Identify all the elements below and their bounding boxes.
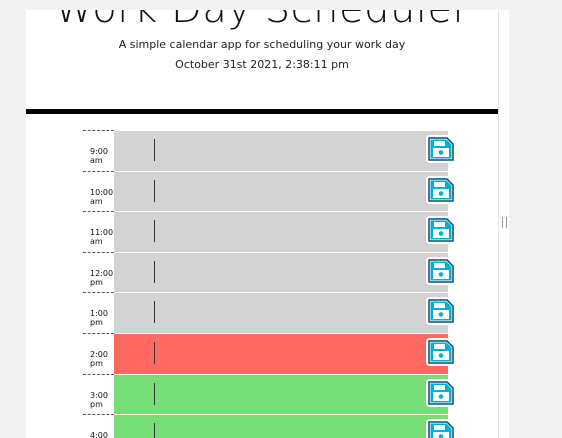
hour-label: 1:00 pm: [83, 292, 114, 333]
hour-label: 4:00pm: [83, 414, 114, 438]
scheduler-page: Work Day Scheduler A simple calendar app…: [26, 10, 498, 438]
floppy-disk-icon: [428, 421, 454, 438]
hour-time: 4:00: [90, 431, 108, 438]
hour-label: 11:00 am: [83, 211, 114, 252]
save-button[interactable]: [426, 135, 456, 163]
time-block-row: 9:00 am: [83, 130, 463, 171]
hour-time: 11:00: [90, 228, 114, 238]
floppy-disk-icon: [428, 177, 454, 202]
event-input-past[interactable]: [114, 251, 448, 293]
event-input-past[interactable]: [114, 211, 448, 252]
text-caret: [154, 260, 155, 283]
event-input-future[interactable]: [114, 414, 448, 438]
save-button[interactable]: [426, 337, 456, 366]
hour-meridiem: pm: [90, 358, 103, 368]
hour-label: 3:00 pm: [83, 373, 114, 415]
resize-handle[interactable]: [502, 217, 507, 228]
floppy-disk-icon: [428, 259, 454, 283]
hour-meridiem: am: [90, 156, 103, 165]
time-block-list: 9:00 am 10:00 am 11:00 am 12:00 pm 1:00 pm 2:00 pm 3…: [83, 130, 463, 438]
text-caret: [154, 423, 155, 438]
time-block-row: 10:00 am: [83, 170, 463, 212]
save-button[interactable]: [426, 378, 456, 407]
hour-meridiem: am: [90, 196, 103, 206]
save-button[interactable]: [426, 297, 456, 326]
save-button[interactable]: [426, 216, 456, 245]
floppy-disk-icon: [428, 299, 454, 324]
time-block-row: 3:00 pm: [83, 373, 463, 415]
hour-time: 2:00: [90, 349, 108, 359]
text-caret: [154, 382, 155, 405]
hour-meridiem: pm: [90, 277, 103, 287]
hour-time: 3:00: [90, 390, 108, 400]
time-block-row: 12:00 pm: [83, 251, 463, 293]
floppy-disk-icon: [428, 380, 454, 405]
save-button[interactable]: [426, 175, 456, 204]
floppy-disk-icon: [428, 218, 454, 242]
text-caret: [154, 179, 155, 202]
hour-meridiem: am: [90, 237, 103, 247]
header-divider: [26, 109, 498, 114]
event-input-past[interactable]: [114, 170, 448, 212]
floppy-disk-icon: [428, 340, 454, 364]
text-caret: [154, 220, 155, 243]
hour-time: 1:00: [90, 309, 108, 319]
save-button[interactable]: [426, 256, 456, 285]
save-button[interactable]: [426, 419, 456, 438]
hour-label: 10:00 am: [83, 170, 114, 212]
time-block-row: 1:00 pm: [83, 292, 463, 333]
time-block-row: 11:00 am: [83, 211, 463, 252]
time-block-row: 4:00pm: [83, 414, 463, 438]
text-caret: [154, 341, 155, 364]
current-datetime: October 31st 2021, 2:38:11 pm: [175, 58, 349, 71]
page-title: Work Day Scheduler: [26, 10, 498, 32]
text-caret: [154, 301, 155, 324]
hour-time: 9:00: [90, 147, 108, 156]
event-input-past[interactable]: [114, 130, 448, 171]
hour-label: 9:00 am: [83, 130, 114, 171]
hour-meridiem: pm: [90, 318, 103, 328]
time-block-row: 2:00 pm: [83, 332, 463, 374]
floppy-disk-icon: [428, 137, 454, 161]
event-input-future[interactable]: [114, 373, 448, 415]
hour-time: 12:00: [90, 268, 114, 278]
event-input-present[interactable]: [114, 332, 448, 374]
hour-meridiem: pm: [90, 399, 103, 409]
hour-time: 10:00: [90, 187, 114, 197]
hour-label: 2:00 pm: [83, 332, 114, 374]
text-caret: [154, 139, 155, 161]
event-input-past[interactable]: [114, 292, 448, 333]
page-subtitle: A simple calendar app for scheduling you…: [118, 38, 406, 51]
hour-label: 12:00 pm: [83, 251, 114, 293]
